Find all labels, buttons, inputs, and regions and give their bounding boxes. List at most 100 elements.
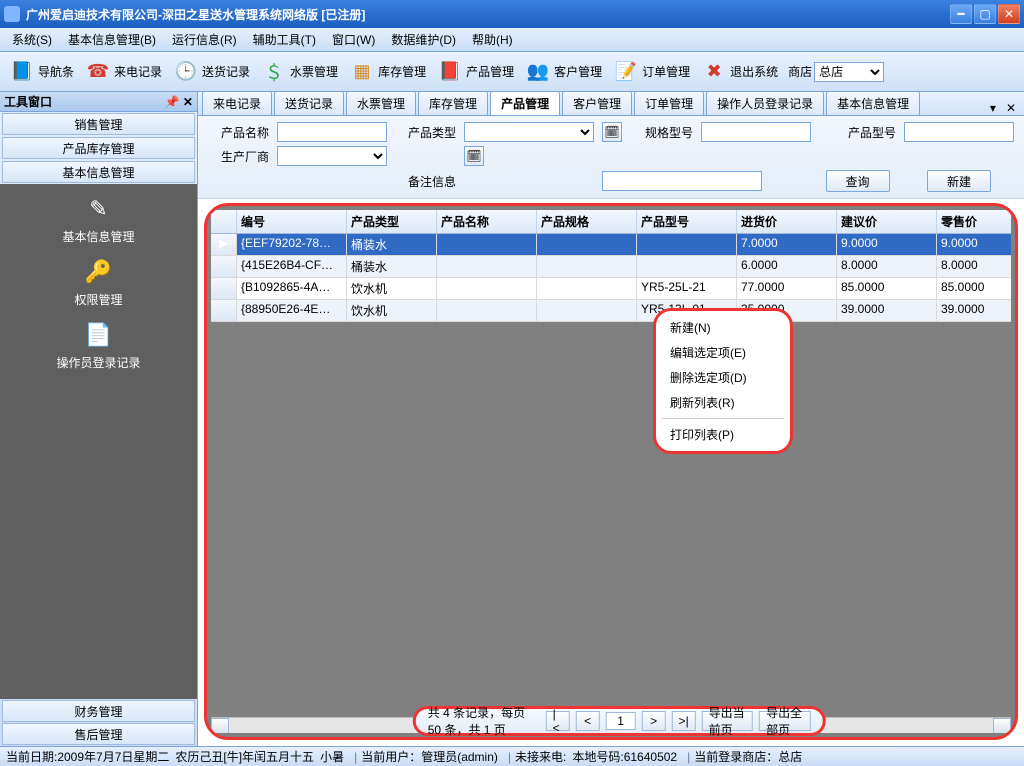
pager-first[interactable]: |< <box>546 711 570 731</box>
tb-customer[interactable]: 👥客户管理 <box>520 56 606 88</box>
menu-help[interactable]: 帮助(H) <box>466 29 519 50</box>
sg-sales[interactable]: 销售管理 <box>2 113 195 135</box>
menu-data[interactable]: 数据维护(D) <box>385 29 462 50</box>
col-name[interactable]: 产品名称 <box>437 210 537 233</box>
grid-header: 编号 产品类型 产品名称 产品规格 产品型号 进货价 建议价 零售价 <box>211 210 1011 234</box>
close-button[interactable]: ✕ <box>998 4 1020 24</box>
col-suggest[interactable]: 建议价 <box>837 210 937 233</box>
ctx-edit[interactable]: 编辑选定项(E) <box>656 340 790 365</box>
tab-order[interactable]: 订单管理 <box>634 91 704 115</box>
menu-tools[interactable]: 辅助工具(T) <box>247 29 322 50</box>
type-picker-icon[interactable]: 🗓 <box>602 122 622 142</box>
tb-call[interactable]: ☎来电记录 <box>80 56 166 88</box>
key-icon: 🔑 <box>81 257 115 287</box>
table-row[interactable]: {415E26B4-CF…桶装水6.00008.00008.0000 <box>211 256 1011 278</box>
minimize-button[interactable]: ━ <box>950 4 972 24</box>
tb-stock[interactable]: ▦库存管理 <box>344 56 430 88</box>
box-icon: 📕 <box>436 58 464 86</box>
dollar-icon: ＄ <box>260 58 288 86</box>
ctx-refresh[interactable]: 刷新列表(R) <box>656 390 790 415</box>
shop-select[interactable]: 总店 <box>814 62 884 82</box>
maximize-button[interactable]: ▢ <box>974 4 996 24</box>
ctx-print[interactable]: 打印列表(P) <box>656 422 790 447</box>
book-icon: 📘 <box>8 58 36 86</box>
table-row[interactable]: ▶{EEF79202-78…桶装水7.00009.00009.0000 <box>211 234 1011 256</box>
status-bar: 当前日期:2009年7月7日星期二 农历己丑[牛]年闰五月十五 小暑 当前用户：… <box>0 746 1024 766</box>
table-row[interactable]: {B1092865-4A…饮水机YR5-25L-2177.000085.0000… <box>211 278 1011 300</box>
sidebar-item-basic[interactable]: ✎基本信息管理 <box>62 194 134 245</box>
ctx-separator <box>662 418 784 419</box>
tab-delivery[interactable]: 送货记录 <box>274 91 344 115</box>
app-icon <box>4 6 20 22</box>
tab-call[interactable]: 来电记录 <box>202 91 272 115</box>
maker-picker-icon[interactable]: 🗓 <box>464 146 484 166</box>
sg-after[interactable]: 售后管理 <box>2 723 195 745</box>
table-row[interactable]: {88950E26-4E…饮水机YR5-13L-0135.000039.0000… <box>211 300 1011 322</box>
menu-basic[interactable]: 基本信息管理(B) <box>62 29 162 50</box>
tab-loginlog[interactable]: 操作人员登录记录 <box>706 91 824 115</box>
lbl-note: 备注信息 <box>395 173 456 190</box>
grid-area: 编号 产品类型 产品名称 产品规格 产品型号 进货价 建议价 零售价 ▶{EEF… <box>204 203 1018 740</box>
tb-order[interactable]: 📝订单管理 <box>608 56 694 88</box>
sidebar-item-login[interactable]: 📄操作员登录记录 <box>56 320 140 371</box>
inp-type[interactable] <box>464 122 594 142</box>
sg-finance[interactable]: 财务管理 <box>2 700 195 722</box>
col-spec[interactable]: 产品规格 <box>537 210 637 233</box>
inp-maker[interactable] <box>277 146 387 166</box>
col-retail[interactable]: 零售价 <box>937 210 1011 233</box>
pager-next[interactable]: > <box>642 711 666 731</box>
inp-model[interactable] <box>904 122 1014 142</box>
ctx-new[interactable]: 新建(N) <box>656 315 790 340</box>
query-button[interactable]: 查询 <box>826 170 890 192</box>
export-all-button[interactable]: 导出全部页 <box>759 711 811 731</box>
lbl-model: 产品型号 <box>819 124 896 141</box>
tab-customer[interactable]: 客户管理 <box>562 91 632 115</box>
menu-window[interactable]: 窗口(W) <box>326 29 381 50</box>
new-button[interactable]: 新建 <box>927 170 991 192</box>
inp-name[interactable] <box>277 122 387 142</box>
inp-note[interactable] <box>602 171 762 191</box>
tabstrip: 来电记录 送货记录 水票管理 库存管理 产品管理 客户管理 订单管理 操作人员登… <box>198 92 1024 116</box>
shop-label: 商店 <box>788 63 812 80</box>
sb-incoming: 未接来电: <box>504 748 566 765</box>
tab-basic[interactable]: 基本信息管理 <box>826 91 920 115</box>
clock-icon: 🕒 <box>172 58 200 86</box>
pin-icon[interactable]: 📌 ✕ <box>165 95 193 109</box>
ctx-delete[interactable]: 删除选定项(D) <box>656 365 790 390</box>
pager-last[interactable]: >| <box>672 711 696 731</box>
col-type[interactable]: 产品类型 <box>347 210 437 233</box>
grid-icon: ▦ <box>348 58 376 86</box>
pager-page[interactable] <box>606 712 636 730</box>
tab-product[interactable]: 产品管理 <box>490 91 560 115</box>
export-page-button[interactable]: 导出当前页 <box>702 711 754 731</box>
sidebar-item-auth[interactable]: 🔑权限管理 <box>74 257 122 308</box>
col-cost[interactable]: 进货价 <box>737 210 837 233</box>
tb-product[interactable]: 📕产品管理 <box>432 56 518 88</box>
window-title: 广州爱启迪技术有限公司-深田之星送水管理系统网络版 [已注册] <box>26 6 948 23</box>
tb-nav[interactable]: 📘导航条 <box>4 56 78 88</box>
menu-system[interactable]: 系统(S) <box>6 29 58 50</box>
tab-dropdown-icon[interactable]: ▾ <box>986 101 1000 115</box>
sb-user: 当前用户：管理员(admin) <box>350 748 498 765</box>
menu-bar: 系统(S) 基本信息管理(B) 运行信息(R) 辅助工具(T) 窗口(W) 数据… <box>0 28 1024 52</box>
col-id[interactable]: 编号 <box>237 210 347 233</box>
sidebar: 工具窗口 📌 ✕ 销售管理 产品库存管理 基本信息管理 ✎基本信息管理 🔑权限管… <box>0 92 198 746</box>
content-area: 来电记录 送货记录 水票管理 库存管理 产品管理 客户管理 订单管理 操作人员登… <box>198 92 1024 746</box>
menu-run[interactable]: 运行信息(R) <box>166 29 243 50</box>
tb-delivery[interactable]: 🕒送货记录 <box>168 56 254 88</box>
col-model[interactable]: 产品型号 <box>637 210 737 233</box>
filter-form: 产品名称 产品类型 🗓 规格型号 产品型号 生产厂商 🗓 备注信息 查询 新建 <box>198 116 1024 199</box>
tb-exit[interactable]: ✖退出系统 <box>696 56 782 88</box>
lbl-maker: 生产厂商 <box>208 148 269 165</box>
exit-icon: ✖ <box>700 58 728 86</box>
tab-ticket[interactable]: 水票管理 <box>346 91 416 115</box>
sb-local: 本地号码:61640502 <box>572 748 677 765</box>
sidebar-header: 工具窗口 📌 ✕ <box>0 92 197 112</box>
tab-close-icon[interactable]: ✕ <box>1002 101 1020 115</box>
tab-stock[interactable]: 库存管理 <box>418 91 488 115</box>
sg-basic[interactable]: 基本信息管理 <box>2 161 195 183</box>
sg-stock[interactable]: 产品库存管理 <box>2 137 195 159</box>
inp-spec[interactable] <box>701 122 811 142</box>
pager-prev[interactable]: < <box>576 711 600 731</box>
tb-ticket[interactable]: ＄水票管理 <box>256 56 342 88</box>
